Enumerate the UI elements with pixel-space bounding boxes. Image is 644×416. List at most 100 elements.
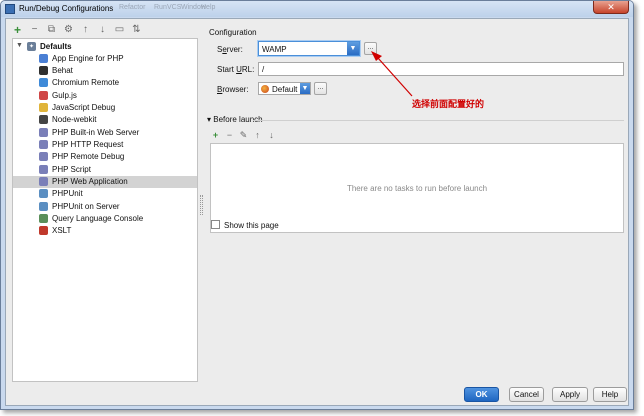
tree-item-label: PHP Remote Debug (52, 152, 125, 162)
node-webkit-icon (39, 115, 48, 125)
xslt-icon (39, 226, 48, 236)
chevron-down-icon[interactable]: ▼ (300, 83, 310, 94)
window-title: Run/Debug Configurations (19, 4, 114, 13)
move-up-icon[interactable]: ↑ (80, 25, 91, 36)
run-debug-dialog: Run/Debug Configurations Refactor Run VC… (0, 0, 634, 410)
chevron-down-icon[interactable]: ▼ (347, 42, 359, 55)
tree-root-label: Defaults (40, 41, 72, 51)
configuration-section-title: Configuration (209, 28, 257, 37)
tree-item-label: PHP Built-in Web Server (52, 127, 140, 137)
sort-icon[interactable]: ⇅ (131, 25, 142, 36)
apply-button[interactable]: Apply (552, 387, 588, 402)
move-down-icon[interactable]: ↓ (97, 25, 108, 36)
tree-item[interactable]: PHP Script (13, 163, 197, 175)
app-engine-icon (39, 53, 48, 63)
before-launch-divider (253, 120, 624, 121)
tree-item[interactable]: Gulp.js (13, 89, 197, 101)
tree-item-label: PHP HTTP Request (52, 139, 124, 149)
tree-item-label: Gulp.js (52, 90, 77, 100)
tree-item[interactable]: Node-webkit (13, 114, 197, 126)
php-icon (39, 177, 48, 186)
tree-item[interactable]: PHPUnit (13, 188, 197, 200)
tree-item[interactable]: PHP Remote Debug (13, 151, 197, 163)
tree-item-label: JavaScript Debug (52, 102, 116, 112)
before-launch-task-list[interactable]: There are no tasks to run before launch (210, 143, 624, 233)
show-page-label: Show this page (224, 221, 279, 230)
php-icon (39, 164, 48, 174)
title-bar[interactable]: Run/Debug Configurations Refactor Run VC… (1, 1, 633, 17)
tree-item[interactable]: XSLT (13, 225, 197, 237)
menu-ghost-refactor: Refactor (119, 4, 146, 11)
dialog-client-area: + − ⧉ ⚙ ↑ ↓ ▭ ⇅ ▼ ✦ Defaults App Engine … (5, 18, 629, 406)
server-select[interactable]: WAMP ▼ (258, 41, 360, 56)
tree-item[interactable]: JavaScript Debug (13, 101, 197, 113)
php-icon (39, 139, 48, 149)
server-value: WAMP (262, 45, 287, 54)
tree-item[interactable]: Query Language Console (13, 213, 197, 225)
console-icon (39, 214, 48, 224)
gulp-icon (39, 90, 48, 100)
close-window-button[interactable]: ✕ (593, 1, 629, 14)
php-icon (39, 152, 48, 162)
browser-icon (261, 85, 269, 93)
annotation-text: 选择前面配置好的 (412, 99, 485, 109)
configurations-tree: ▼ ✦ Defaults App Engine for PHP Behat Chro… (12, 38, 198, 382)
chromium-icon (39, 78, 48, 88)
menu-ghost-vcs: VCS (167, 4, 182, 11)
edit-task-icon[interactable]: ✎ (239, 130, 248, 140)
tree-item[interactable]: PHP HTTP Request (13, 138, 197, 150)
tree-item-label: PHP Web Application (52, 177, 128, 186)
menu-ghost-run: Run (154, 4, 167, 11)
server-label: Server: (217, 45, 243, 54)
tree-item-label: PHP Script (52, 164, 91, 174)
wrench-icon: ✦ (27, 41, 36, 51)
tree-item[interactable]: Chromium Remote (13, 77, 197, 89)
tree-item[interactable]: Behat (13, 64, 197, 76)
app-icon (5, 4, 15, 14)
phpunit-icon (39, 201, 48, 211)
tree-item-label: Chromium Remote (52, 78, 120, 88)
remove-task-icon[interactable]: − (225, 130, 234, 140)
show-page-checkbox[interactable] (211, 220, 220, 229)
tree-item[interactable]: App Engine for PHP (13, 52, 197, 64)
browser-browse-button[interactable]: ... (314, 82, 327, 95)
configuration-editor: Configuration Server: WAMP ▼ ... Start U… (203, 19, 630, 382)
tree-item-label: PHPUnit on Server (52, 201, 120, 211)
server-browse-button[interactable]: ... (364, 42, 377, 55)
tree-item-label: PHPUnit (52, 189, 83, 199)
help-button[interactable]: Help (593, 387, 627, 402)
configurations-toolbar: + − ⧉ ⚙ ↑ ↓ ▭ ⇅ (12, 24, 142, 36)
menu-ghost-help: Help (201, 4, 216, 11)
javascript-debug-icon (39, 102, 48, 112)
browser-value: Default (272, 85, 298, 94)
folder-icon[interactable]: ▭ (114, 25, 125, 36)
remove-configuration-icon[interactable]: − (29, 25, 40, 36)
tree-item[interactable]: PHP Built-in Web Server (13, 126, 197, 138)
before-launch-toolbar: + − ✎ ↑ ↓ (211, 130, 276, 140)
edit-defaults-icon[interactable]: ⚙ (63, 25, 74, 36)
start-url-input[interactable]: / (258, 62, 624, 76)
add-configuration-icon[interactable]: + (12, 24, 23, 36)
tree-item-label: Behat (52, 65, 73, 75)
collapse-caret-icon[interactable]: ▼ (16, 42, 24, 49)
browser-label: Browser: (217, 85, 249, 94)
tree-item-label: Node-webkit (52, 115, 97, 125)
tree-item-label: App Engine for PHP (52, 53, 124, 63)
phpunit-icon (39, 189, 48, 199)
cancel-button[interactable]: Cancel (509, 387, 544, 402)
tree-item[interactable]: PHP Web Application (13, 175, 197, 188)
task-down-icon[interactable]: ↓ (267, 130, 276, 140)
tree-item[interactable]: PHPUnit on Server (13, 200, 197, 212)
task-up-icon[interactable]: ↑ (253, 130, 262, 140)
tree-root-defaults[interactable]: ▼ ✦ Defaults (13, 40, 197, 52)
expand-caret-icon[interactable]: ▾ (207, 115, 211, 124)
browser-select[interactable]: Default ▼ (258, 82, 311, 95)
behat-icon (39, 65, 48, 75)
tree-item-label: XSLT (52, 226, 72, 236)
add-task-icon[interactable]: + (211, 130, 220, 140)
close-icon: ✕ (607, 2, 615, 12)
copy-configuration-icon[interactable]: ⧉ (46, 25, 57, 36)
start-url-label: Start URL: (217, 65, 255, 74)
tree-item-label: Query Language Console (52, 214, 144, 224)
ok-button[interactable]: OK (464, 387, 499, 402)
